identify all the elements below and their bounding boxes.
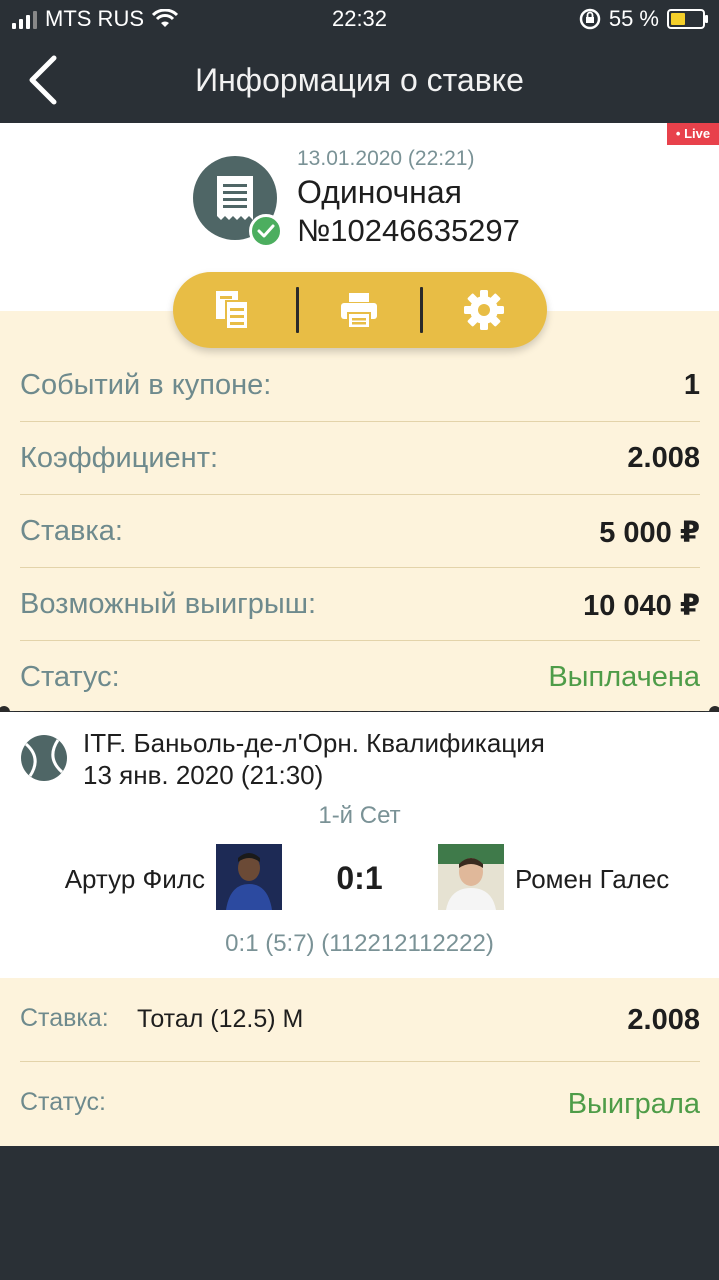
bet-type: Одиночная [297,174,462,210]
gear-icon [464,290,504,330]
settings-button[interactable] [423,272,547,348]
detail-label: Коэффициент: [20,442,219,474]
copy-button[interactable] [173,272,297,348]
detail-value: 10 040 ₽ [583,590,700,622]
detail-value: 2.008 [627,442,700,474]
printer-icon [341,293,377,329]
detail-row-status: Статус: Выплачена [20,641,700,713]
bet-selection: Ставка: Тотал (12.5) М 2.008 Статус: Выи… [0,978,719,1146]
bottom-area [0,1146,719,1280]
event-card[interactable]: ITF. Баньоль-де-л'Орн. Квалификация 13 я… [0,712,719,978]
print-button[interactable] [298,272,422,348]
bet-status: Выиграла [567,1088,700,1120]
detail-row-stake: Ставка: 5 000 ₽ [20,495,700,568]
battery-percent: 55 % [608,6,659,31]
market-name: Тотал (12.5) М [137,1005,304,1033]
detail-row-events: Событий в купоне: 1 [20,349,700,422]
bet-row-status: Статус: Выиграла [20,1062,700,1145]
event-title: ITF. Баньоль-де-л'Орн. Квалификация [83,728,545,758]
check-icon [249,214,283,248]
detail-label: Возможный выигрыш: [20,588,317,620]
document-copy-icon [216,291,249,330]
status-right: 55 % [579,6,708,32]
player2-name: Ромен Галес [515,864,670,894]
tennis-ball-icon [21,735,67,781]
detail-row-payout: Возможный выигрыш: 10 040 ₽ [20,568,700,641]
player2-avatar [438,844,504,910]
market-odds: 2.008 [627,1004,700,1036]
battery-icon [667,9,708,29]
detail-label: Статус: [20,661,120,693]
bet-date: 13.01.2020 (22:21) [297,147,475,170]
nav-bar: Информация о ставке [0,38,719,123]
page-title: Информация о ставке [195,62,524,98]
detail-value: 1 [683,369,700,401]
detail-label: Ставка: [20,515,123,547]
bet-details: Событий в купоне: 1 Коэффициент: 2.008 С… [0,311,719,711]
event-date: 13 янв. 2020 (21:30) [83,760,324,790]
detail-value: 5 000 ₽ [599,517,700,549]
set-details: 0:1 (5:7) (112212112222) [225,930,494,957]
rotation-lock-icon [579,8,601,30]
status-label: Статус: [20,1088,106,1116]
action-bar [173,272,547,348]
stake-label: Ставка: [20,1004,109,1032]
status-bar: MTS RUS 22:32 55 % [0,0,719,38]
status-value: Выплачена [548,661,700,693]
live-badge: • Live [667,123,719,145]
detail-row-odds: Коэффициент: 2.008 [20,422,700,495]
detail-label: Событий в купоне: [20,369,272,401]
event-period: 1-й Сет [318,802,401,829]
bet-number: №10246635297 [297,213,520,248]
bet-row-market: Ставка: Тотал (12.5) М 2.008 [20,978,700,1062]
